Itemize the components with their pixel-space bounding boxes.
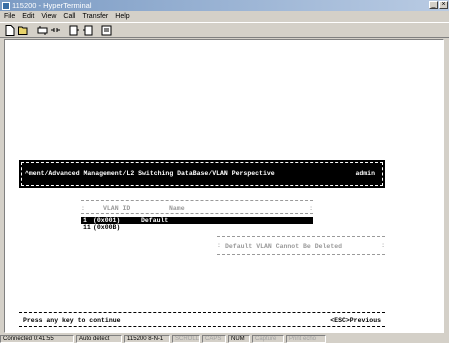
row-vlan-id: (0x001) (93, 217, 121, 224)
row-vlan-id: (0x00B) (93, 224, 121, 231)
minimize-button[interactable]: _ (429, 1, 438, 9)
menu-path: ^ment/Advanced Management/L2 Switching D… (25, 170, 275, 177)
status-bar: Connected 0:41:55 Auto detect 115200 8-N… (0, 334, 449, 343)
print-echo-indicator: Print echo (286, 334, 326, 343)
continue-prompt: Press any key to continue (23, 317, 121, 324)
window-title: 115200 - HyperTerminal (12, 1, 92, 10)
menu-transfer[interactable]: Transfer (82, 13, 108, 20)
row-mark: 1 (83, 217, 87, 224)
title-bar: 115200 - HyperTerminal _ × (0, 0, 449, 11)
properties-icon[interactable] (100, 24, 112, 36)
row-vlan-name: Default (141, 217, 169, 224)
new-icon[interactable] (4, 24, 16, 36)
port-settings: 115200 8-N-1 (124, 334, 170, 343)
open-icon[interactable] (17, 24, 29, 36)
menu-help[interactable]: Help (115, 13, 129, 20)
vlan-table: : VLAN ID Name : 1 (0x001) Default 11 (0… (81, 200, 313, 234)
error-message: Default VLAN Cannot Be Deleted (225, 243, 343, 250)
menu-edit[interactable]: Edit (22, 13, 34, 20)
menu-file[interactable]: File (4, 13, 15, 20)
column-vlan-id: VLAN ID (103, 205, 131, 212)
window-controls: _ × (429, 1, 448, 9)
hyperterminal-icon (2, 1, 10, 10)
user-name: admin (355, 170, 375, 177)
row-mark: 11 (83, 224, 91, 231)
column-name: Name (169, 205, 185, 212)
terminal-window[interactable]: ^ment/Advanced Management/L2 Switching D… (4, 39, 444, 333)
receive-icon[interactable] (81, 24, 93, 36)
close-button[interactable]: × (439, 1, 448, 9)
menu-bar: File Edit View Call Transfer Help (0, 11, 449, 21)
send-icon[interactable] (68, 24, 80, 36)
table-row[interactable]: 11 (0x00B) (81, 224, 313, 231)
table-row[interactable]: 1 (0x001) Default (81, 217, 313, 224)
caps-indicator: CAPS (202, 334, 226, 343)
connect-icon[interactable] (36, 24, 48, 36)
disconnect-icon[interactable] (49, 24, 61, 36)
scroll-indicator: SCROLL (172, 334, 200, 343)
toolbar (0, 22, 449, 38)
menu-view[interactable]: View (41, 13, 56, 20)
detect-mode: Auto detect (76, 334, 122, 343)
menu-call[interactable]: Call (63, 13, 75, 20)
terminal-screen: ^ment/Advanced Management/L2 Switching D… (19, 160, 385, 330)
num-indicator: NUM (228, 334, 250, 343)
connection-time: Connected 0:41:55 (0, 334, 74, 343)
terminal-header: ^ment/Advanced Management/L2 Switching D… (19, 160, 385, 188)
previous-hint[interactable]: <ESC>Previous (330, 317, 381, 324)
error-message-box: : Default VLAN Cannot Be Deleted : (217, 236, 385, 256)
capture-indicator: Capture (252, 334, 284, 343)
